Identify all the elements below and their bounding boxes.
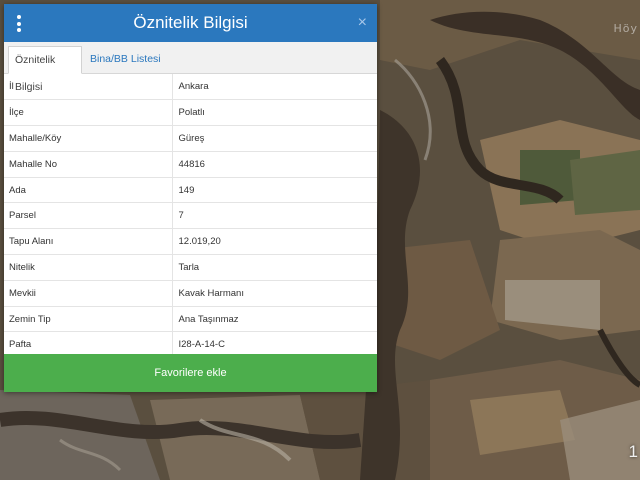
- row-key: İlçe: [4, 99, 173, 127]
- map-place-label: Höy: [613, 22, 638, 35]
- row-key: Ada: [4, 177, 173, 204]
- table-row: Mevkii Kavak Harmanı: [4, 280, 377, 307]
- close-icon[interactable]: ×: [358, 12, 367, 34]
- table-row: Nitelik Tarla: [4, 254, 377, 281]
- row-value: Tarla: [172, 254, 377, 281]
- panel-title: Öznitelik Bilgisi: [133, 13, 248, 32]
- panel-tabs: Öznitelik Bilgisi Bina/BB Listesi: [4, 42, 377, 93]
- row-value: Ana Taşınmaz: [172, 306, 377, 333]
- add-to-favorites-button[interactable]: Favorilere ekle: [4, 354, 377, 392]
- row-value: Kavak Harmanı: [172, 280, 377, 307]
- table-row: Zemin Tip Ana Taşınmaz: [4, 306, 377, 333]
- row-key: Nitelik: [4, 254, 173, 281]
- row-key: Parsel: [4, 202, 173, 230]
- map-scale-label: 1: [628, 442, 638, 461]
- table-row: Parsel 7: [4, 202, 377, 230]
- row-value: 7: [172, 202, 377, 230]
- row-key: Tapu Alanı: [4, 228, 173, 256]
- table-row: Ada 149: [4, 177, 377, 204]
- panel-header: Öznitelik Bilgisi ×: [4, 4, 377, 42]
- row-value: 149: [172, 177, 377, 204]
- row-value: Polatlı: [172, 99, 377, 127]
- tab-attribute-info[interactable]: Öznitelik Bilgisi: [8, 46, 82, 93]
- table-row: Mahalle/Köy Güreş: [4, 125, 377, 152]
- attribute-info-panel: Öznitelik Bilgisi × Öznitelik Bilgisi Bi…: [4, 4, 377, 392]
- row-value: 12.019,20: [172, 228, 377, 256]
- row-value: Güreş: [172, 125, 377, 152]
- table-row: Tapu Alanı 12.019,20: [4, 228, 377, 256]
- row-key: Mahalle No: [4, 151, 173, 178]
- row-value: Ankara: [172, 74, 377, 101]
- row-key: Mevkii: [4, 280, 173, 307]
- row-key: Mahalle/Köy: [4, 125, 173, 152]
- table-row: Mahalle No 44816: [4, 151, 377, 178]
- attribute-table: İl Ankara İlçe Polatlı Mahalle/Köy Güreş Ma…: [4, 74, 377, 359]
- table-row: İlçe Polatlı: [4, 99, 377, 127]
- table-row: İl Ankara: [4, 74, 377, 101]
- row-value: 44816: [172, 151, 377, 178]
- tab-building-list[interactable]: Bina/BB Listesi: [84, 46, 167, 73]
- row-key: Zemin Tip: [4, 306, 173, 333]
